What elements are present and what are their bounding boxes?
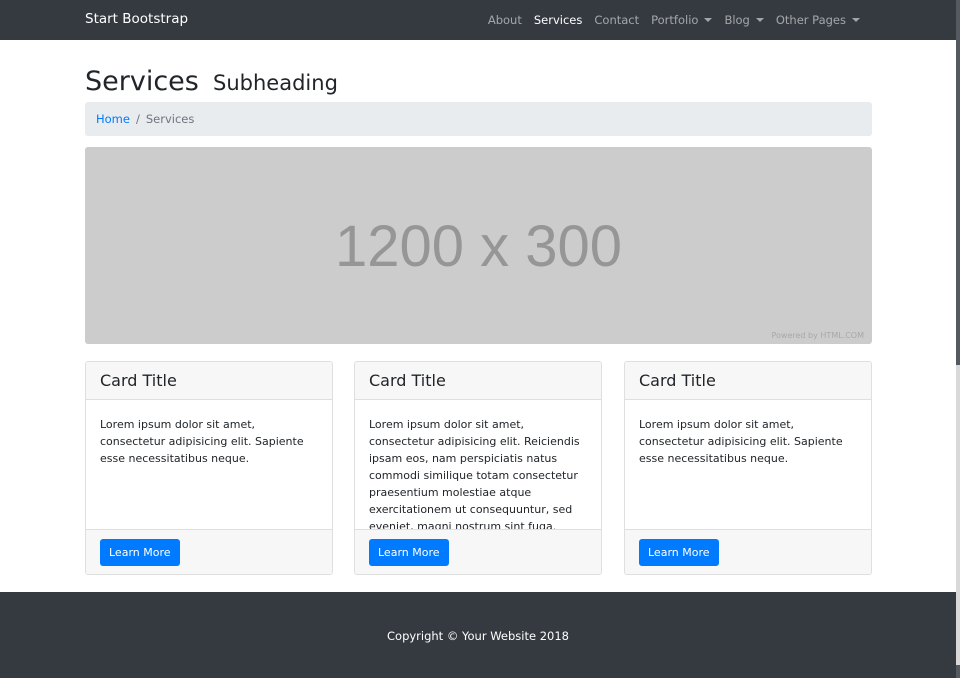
hero-credit: Powered by HTML.COM bbox=[771, 331, 865, 340]
nav-item-contact[interactable]: Contact bbox=[588, 13, 645, 27]
nav-item-about[interactable]: About bbox=[482, 13, 528, 27]
caret-down-icon bbox=[704, 18, 713, 22]
page-subheading: Subheading bbox=[213, 71, 338, 95]
card-3: Card Title Lorem ipsum dolor sit amet, c… bbox=[624, 361, 872, 575]
card-title: Card Title bbox=[355, 362, 601, 400]
card-body-text: Lorem ipsum dolor sit amet, consectetur … bbox=[369, 418, 580, 533]
learn-more-button[interactable]: Learn More bbox=[639, 538, 719, 566]
page-title: Services Subheading bbox=[85, 60, 338, 98]
navbar-nav: About Services Contact Portfolio Blog Ot… bbox=[482, 13, 866, 27]
card-2: Card Title Lorem ipsum dolor sit amet, c… bbox=[354, 361, 602, 575]
hero-placeholder-image: 1200 x 300 Powered by HTML.COM bbox=[85, 147, 872, 344]
card-body-text: Lorem ipsum dolor sit amet, consectetur … bbox=[100, 418, 304, 465]
nav-item-label: Other Pages bbox=[775, 13, 846, 27]
nav-item-other-pages[interactable]: Other Pages bbox=[770, 13, 866, 27]
caret-down-icon bbox=[852, 18, 860, 22]
navbar-brand[interactable]: Start Bootstrap bbox=[85, 11, 188, 27]
card-footer: Learn More bbox=[86, 529, 332, 574]
copyright-text: Copyright © Your Website 2018 bbox=[387, 629, 569, 643]
breadcrumb-home-link[interactable]: Home bbox=[96, 112, 130, 126]
footer: Copyright © Your Website 2018 bbox=[0, 592, 956, 678]
nav-item-portfolio[interactable]: Portfolio bbox=[645, 13, 718, 27]
breadcrumb-separator: / bbox=[135, 112, 140, 126]
card-title: Card Title bbox=[86, 362, 332, 400]
nav-item-blog[interactable]: Blog bbox=[718, 13, 769, 27]
card-footer: Learn More bbox=[625, 529, 871, 574]
scrollbar-thumb[interactable] bbox=[956, 365, 960, 665]
hero-placeholder-text: 1200 x 300 bbox=[334, 214, 623, 279]
nav-item-label: Portfolio bbox=[651, 13, 699, 27]
card-1: Card Title Lorem ipsum dolor sit amet, c… bbox=[85, 361, 333, 575]
page: Start Bootstrap About Services Contact P… bbox=[0, 0, 960, 678]
learn-more-button[interactable]: Learn More bbox=[369, 538, 449, 566]
navbar: Start Bootstrap About Services Contact P… bbox=[0, 0, 956, 40]
caret-down-icon bbox=[755, 18, 764, 22]
nav-item-label: Services bbox=[533, 13, 583, 27]
card-title: Card Title bbox=[625, 362, 871, 400]
nav-item-label: About bbox=[487, 13, 522, 27]
nav-item-label: Blog bbox=[724, 13, 750, 27]
breadcrumb-current: Services bbox=[145, 112, 195, 126]
breadcrumb: Home / Services bbox=[85, 102, 872, 136]
nav-item-label: Contact bbox=[594, 13, 640, 27]
learn-more-button[interactable]: Learn More bbox=[100, 538, 180, 566]
card-body-text: Lorem ipsum dolor sit amet, consectetur … bbox=[639, 418, 843, 465]
page-title-main: Services bbox=[85, 66, 199, 97]
vertical-scrollbar[interactable] bbox=[956, 0, 960, 678]
nav-item-services[interactable]: Services bbox=[528, 13, 589, 27]
card-footer: Learn More bbox=[355, 529, 601, 574]
